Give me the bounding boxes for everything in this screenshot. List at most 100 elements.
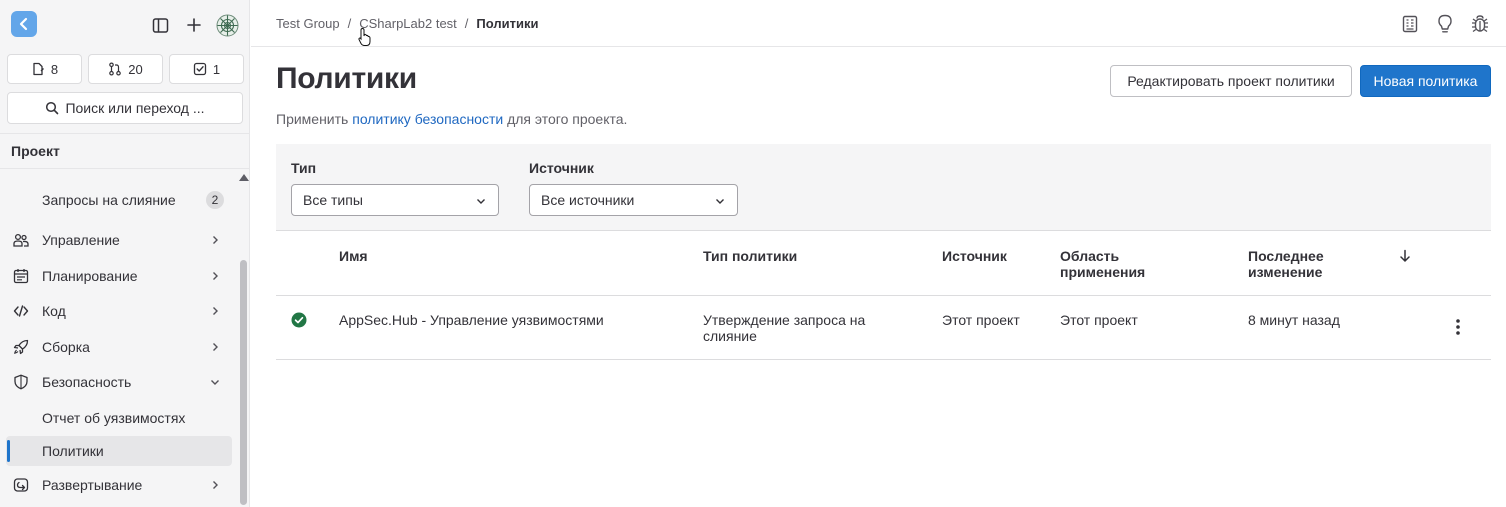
page-description: Применить политику безопасности для этог… xyxy=(276,111,627,127)
avatar-icon[interactable] xyxy=(216,14,239,37)
todo-counter[interactable]: 1 xyxy=(169,54,244,84)
column-header-modified-line1: Последнее xyxy=(1248,248,1324,264)
merge-requests-count: 20 xyxy=(128,61,143,77)
column-header-scope-line1: Область xyxy=(1060,248,1120,264)
sidebar-item-build[interactable]: Сборка xyxy=(6,332,232,362)
type-filter-select[interactable]: Все типы xyxy=(291,184,499,216)
chevron-right-icon xyxy=(208,340,222,354)
column-header-modified-line2: изменение xyxy=(1248,264,1323,280)
todo-icon xyxy=(193,62,207,76)
back-icon[interactable] xyxy=(11,11,37,37)
sidebar-item-label: Безопасность xyxy=(42,374,132,390)
search-icon xyxy=(46,101,59,115)
policy-modified-cell: 8 минут назад xyxy=(1248,312,1340,328)
deployments-icon xyxy=(13,477,29,493)
sidebar-item-label: Планирование xyxy=(42,268,138,284)
breadcrumb: Test Group / CSharpLab2 test / Политики xyxy=(276,16,539,31)
rocket-icon xyxy=(13,339,29,355)
sidebar-item-label: Управление xyxy=(42,232,120,248)
page-title: Политики xyxy=(276,62,417,95)
type-filter-value: Все типы xyxy=(303,192,363,208)
sidebar-scrollbar[interactable] xyxy=(237,170,250,507)
policy-type-line1: Утверждение запроса на xyxy=(703,312,866,328)
chevron-down-icon xyxy=(208,375,222,389)
todo-count: 1 xyxy=(212,61,221,77)
column-header-scope[interactable]: Область применения xyxy=(1060,248,1145,280)
document-icon[interactable] xyxy=(1399,13,1421,35)
sidebar-item-label: Код xyxy=(42,303,66,319)
chevron-right-icon xyxy=(208,478,222,492)
type-filter-label: Тип xyxy=(291,160,317,176)
merge-requests-counter[interactable]: 20 xyxy=(88,54,163,84)
bug-icon[interactable] xyxy=(1469,13,1491,35)
column-header-name[interactable]: Имя xyxy=(339,248,368,264)
sidebar-toggle-icon[interactable] xyxy=(150,15,170,35)
section-title: Проект xyxy=(0,133,250,169)
top-bar: Test Group / CSharpLab2 test / Политики xyxy=(251,0,1506,47)
check-circle-icon xyxy=(291,312,307,328)
source-filter-label: Источник xyxy=(529,160,594,176)
sidebar-item-plan[interactable]: Планирование xyxy=(6,261,232,291)
column-header-last-modified[interactable]: Последнее изменение xyxy=(1248,248,1324,280)
breadcrumb-separator: / xyxy=(464,16,469,31)
chevron-down-icon xyxy=(474,194,488,208)
issues-count: 8 xyxy=(50,61,59,77)
more-actions-icon[interactable] xyxy=(1450,317,1466,337)
sidebar-item-security[interactable]: Безопасность xyxy=(6,367,232,397)
sidebar-item-vulnerability-report[interactable]: Отчет об уязвимостях xyxy=(6,403,232,433)
description-prefix: Применить xyxy=(276,111,353,127)
sidebar-item-label: Политики xyxy=(42,443,104,459)
merge-requests-badge: 2 xyxy=(206,191,224,209)
column-header-policy-type[interactable]: Тип политики xyxy=(703,248,797,264)
sidebar-item-merge-requests[interactable]: Запросы на слияние 2 xyxy=(6,185,232,215)
search-button[interactable]: Поиск или переход ... xyxy=(7,92,243,124)
shield-icon xyxy=(13,374,29,390)
column-header-scope-line2: применения xyxy=(1060,264,1146,280)
sidebar-top xyxy=(0,0,250,50)
policy-type-line2: слияние xyxy=(703,328,757,344)
chevron-right-icon xyxy=(208,304,222,318)
counters: 8 20 1 xyxy=(7,54,244,84)
lightbulb-icon[interactable] xyxy=(1434,13,1456,35)
sidebar-item-deploy[interactable]: Развертывание xyxy=(6,470,232,500)
breadcrumb-separator: / xyxy=(347,16,352,31)
table-row-divider xyxy=(276,359,1491,360)
scroll-up-arrow-icon[interactable] xyxy=(239,174,249,181)
breadcrumb-project-link[interactable]: CSharpLab2 test xyxy=(359,16,457,31)
code-icon xyxy=(13,303,29,319)
sidebar: 8 20 1 Поиск или переход ... Проект Запр… xyxy=(0,0,250,507)
sidebar-item-code[interactable]: Код xyxy=(6,296,232,326)
chevron-right-icon xyxy=(208,233,222,247)
security-policy-link[interactable]: политику безопасности xyxy=(352,111,503,127)
breadcrumb-current: Политики xyxy=(476,16,539,31)
chevron-right-icon xyxy=(208,269,222,283)
hand-cursor-icon xyxy=(358,27,371,46)
sidebar-nav: Запросы на слияние 2 Управление Планиров… xyxy=(0,170,236,507)
policy-scope-cell: Этот проект xyxy=(1060,312,1138,328)
sort-arrow-down-icon[interactable] xyxy=(1398,249,1412,263)
policy-name-link[interactable]: AppSec.Hub - Управление уязвимостями xyxy=(339,312,604,328)
new-policy-button[interactable]: Новая политика xyxy=(1360,65,1491,97)
description-suffix: для этого проекта. xyxy=(503,111,628,127)
calendar-icon xyxy=(13,268,29,284)
merge-request-icon xyxy=(109,62,122,76)
search-label: Поиск или переход ... xyxy=(65,100,205,116)
column-header-source[interactable]: Источник xyxy=(942,248,1007,264)
policy-type-cell: Утверждение запроса на слияние xyxy=(703,312,865,344)
sidebar-item-manage[interactable]: Управление xyxy=(6,225,232,255)
filters-panel: Тип Все типы Источник Все источники xyxy=(276,144,1491,231)
source-filter-value: Все источники xyxy=(541,192,635,208)
issues-icon xyxy=(33,62,44,76)
plus-icon[interactable] xyxy=(184,15,204,35)
scroll-thumb[interactable] xyxy=(240,260,247,505)
sidebar-item-label: Сборка xyxy=(42,339,90,355)
source-filter-select[interactable]: Все источники xyxy=(529,184,738,216)
table-header-divider xyxy=(276,295,1491,296)
sidebar-item-label: Отчет об уязвимостях xyxy=(42,410,186,426)
users-icon xyxy=(13,232,29,248)
breadcrumb-group-link[interactable]: Test Group xyxy=(276,16,340,31)
sidebar-item-label: Запросы на слияние xyxy=(42,192,176,208)
sidebar-item-policies[interactable]: Политики xyxy=(6,436,232,466)
edit-policy-project-button[interactable]: Редактировать проект политики xyxy=(1110,65,1352,97)
issues-counter[interactable]: 8 xyxy=(7,54,82,84)
